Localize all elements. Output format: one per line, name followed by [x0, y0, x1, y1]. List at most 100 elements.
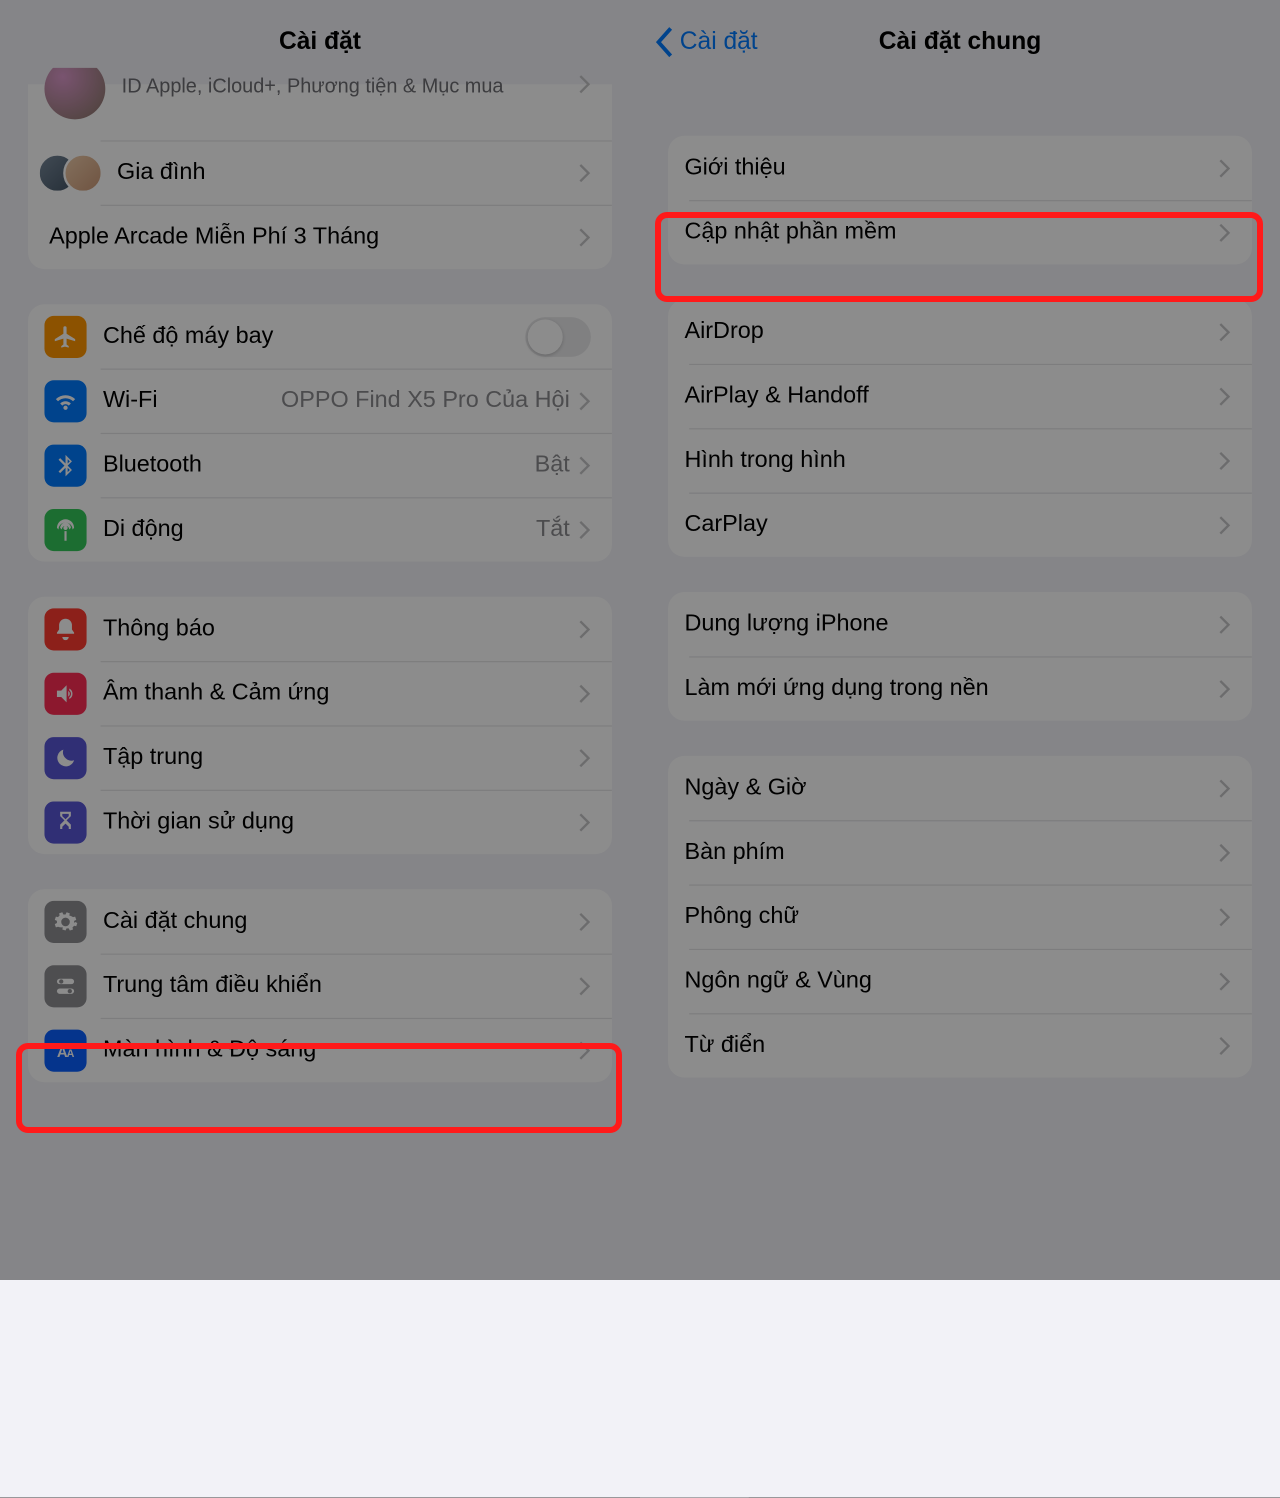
fonts-row[interactable]: Phông chữ [668, 885, 1252, 949]
cellular-label: Di động [103, 516, 536, 543]
bluetooth-row[interactable]: Bluetooth Bật [28, 433, 612, 497]
chevron-right-icon [579, 620, 591, 639]
airplane-icon [44, 315, 86, 357]
notifications-row[interactable]: Thông báo [28, 597, 612, 661]
chevron-right-icon [579, 748, 591, 767]
airplay-label: AirPlay & Handoff [684, 383, 1219, 410]
notifications-label: Thông báo [103, 615, 579, 642]
airdrop-row[interactable]: AirDrop [668, 300, 1252, 364]
bell-icon [44, 608, 86, 650]
speaker-icon [44, 672, 86, 714]
fonts-label: Phông chữ [684, 903, 1219, 930]
screentime-label: Thời gian sử dụng [103, 808, 579, 835]
keyboard-label: Bàn phím [684, 839, 1219, 866]
storage-row[interactable]: Dung lượng iPhone [668, 592, 1252, 656]
chevron-right-icon [579, 75, 591, 94]
chevron-right-icon [1219, 515, 1231, 534]
display-row[interactable]: AA Màn hình & Độ sáng [28, 1018, 612, 1082]
general-label: Cài đặt chung [103, 908, 579, 935]
antenna-icon [44, 508, 86, 550]
hourglass-icon [44, 801, 86, 843]
arcade-row[interactable]: Apple Arcade Miễn Phí 3 Tháng [28, 205, 612, 269]
page-title: Cài đặt [279, 28, 361, 56]
text-size-icon: AA [44, 1029, 86, 1071]
chevron-right-icon [579, 912, 591, 931]
chevron-right-icon [1219, 387, 1231, 406]
display-label: Màn hình & Độ sáng [103, 1037, 579, 1064]
back-label: Cài đặt [680, 28, 758, 56]
chevron-right-icon [1219, 322, 1231, 341]
chevron-right-icon [1219, 615, 1231, 634]
chevron-right-icon [1219, 779, 1231, 798]
carplay-row[interactable]: CarPlay [668, 493, 1252, 557]
bluetooth-icon [44, 444, 86, 486]
apple-id-subtitle: ID Apple, iCloud+, Phương tiện & Mục mua [122, 75, 579, 98]
wifi-value: OPPO Find X5 Pro Của Hội [281, 387, 570, 414]
carplay-label: CarPlay [684, 511, 1219, 538]
gear-icon [44, 900, 86, 942]
about-section: Giới thiệu Cập nhật phần mềm [668, 136, 1252, 265]
wifi-icon [44, 380, 86, 422]
cellular-row[interactable]: Di động Tắt [28, 497, 612, 561]
storage-label: Dung lượng iPhone [684, 611, 1219, 638]
dictionary-row[interactable]: Từ điển [668, 1013, 1252, 1077]
apple-id-row[interactable]: ID Apple, iCloud+, Phương tiện & Mục mua [28, 68, 612, 141]
general-header: Cài đặt Cài đặt chung [640, 0, 1280, 84]
airplane-toggle[interactable] [525, 316, 591, 356]
wifi-label: Wi-Fi [103, 387, 281, 414]
cellular-value: Tắt [536, 516, 570, 543]
chevron-right-icon [1219, 159, 1231, 178]
about-row[interactable]: Giới thiệu [668, 136, 1252, 200]
background-refresh-label: Làm mới ứng dụng trong nền [684, 675, 1219, 702]
screentime-row[interactable]: Thời gian sử dụng [28, 790, 612, 854]
wifi-row[interactable]: Wi-Fi OPPO Find X5 Pro Của Hội [28, 369, 612, 433]
chevron-right-icon [579, 520, 591, 539]
about-label: Giới thiệu [684, 154, 1219, 181]
chevron-right-icon [1219, 679, 1231, 698]
storage-section: Dung lượng iPhone Làm mới ứng dụng trong… [668, 592, 1252, 721]
sounds-label: Âm thanh & Cảm ứng [103, 680, 579, 707]
airplay-row[interactable]: AirPlay & Handoff [668, 364, 1252, 428]
sounds-row[interactable]: Âm thanh & Cảm ứng [28, 661, 612, 725]
background-refresh-row[interactable]: Làm mới ứng dụng trong nền [668, 656, 1252, 720]
chevron-right-icon [579, 813, 591, 832]
dictionary-label: Từ điển [684, 1032, 1219, 1059]
bluetooth-label: Bluetooth [103, 452, 535, 479]
software-update-row[interactable]: Cập nhật phần mềm [668, 200, 1252, 264]
airdrop-label: AirDrop [684, 318, 1219, 345]
chevron-right-icon [579, 228, 591, 247]
locale-section: Ngày & Giờ Bàn phím Phông chữ Ngôn ngữ &… [668, 756, 1252, 1078]
chevron-right-icon [579, 1041, 591, 1060]
control-center-label: Trung tâm điều khiển [103, 972, 579, 999]
chevron-right-icon [1219, 223, 1231, 242]
language-label: Ngôn ngữ & Vùng [684, 968, 1219, 995]
chevron-right-icon [579, 163, 591, 182]
pip-row[interactable]: Hình trong hình [668, 428, 1252, 492]
family-label: Gia đình [117, 159, 579, 186]
attention-section: Thông báo Âm thanh & Cảm ứng Tập trung T… [28, 597, 612, 854]
language-row[interactable]: Ngôn ngữ & Vùng [668, 949, 1252, 1013]
connectivity-section: AirDrop AirPlay & Handoff Hình trong hìn… [668, 300, 1252, 557]
switches-icon [44, 965, 86, 1007]
chevron-right-icon [579, 391, 591, 410]
general-row[interactable]: Cài đặt chung [28, 889, 612, 953]
bluetooth-value: Bật [535, 452, 570, 479]
date-time-row[interactable]: Ngày & Giờ [668, 756, 1252, 820]
chevron-right-icon [1219, 907, 1231, 926]
arcade-label: Apple Arcade Miễn Phí 3 Tháng [49, 223, 579, 250]
system-section: Cài đặt chung Trung tâm điều khiển AA Mà… [28, 889, 612, 1082]
control-center-row[interactable]: Trung tâm điều khiển [28, 954, 612, 1018]
back-button[interactable]: Cài đặt [654, 27, 758, 57]
account-section: ID Apple, iCloud+, Phương tiện & Mục mua… [28, 68, 612, 269]
chevron-left-icon [654, 27, 675, 57]
chevron-right-icon [579, 456, 591, 475]
airplane-label: Chế độ máy bay [103, 323, 525, 350]
date-time-label: Ngày & Giờ [684, 775, 1219, 802]
svg-text:A: A [67, 1048, 75, 1060]
keyboard-row[interactable]: Bàn phím [668, 820, 1252, 884]
family-row[interactable]: Gia đình [28, 140, 612, 204]
focus-label: Tập trung [103, 744, 579, 771]
focus-row[interactable]: Tập trung [28, 725, 612, 789]
pip-label: Hình trong hình [684, 447, 1219, 474]
airplane-row[interactable]: Chế độ máy bay [28, 304, 612, 368]
